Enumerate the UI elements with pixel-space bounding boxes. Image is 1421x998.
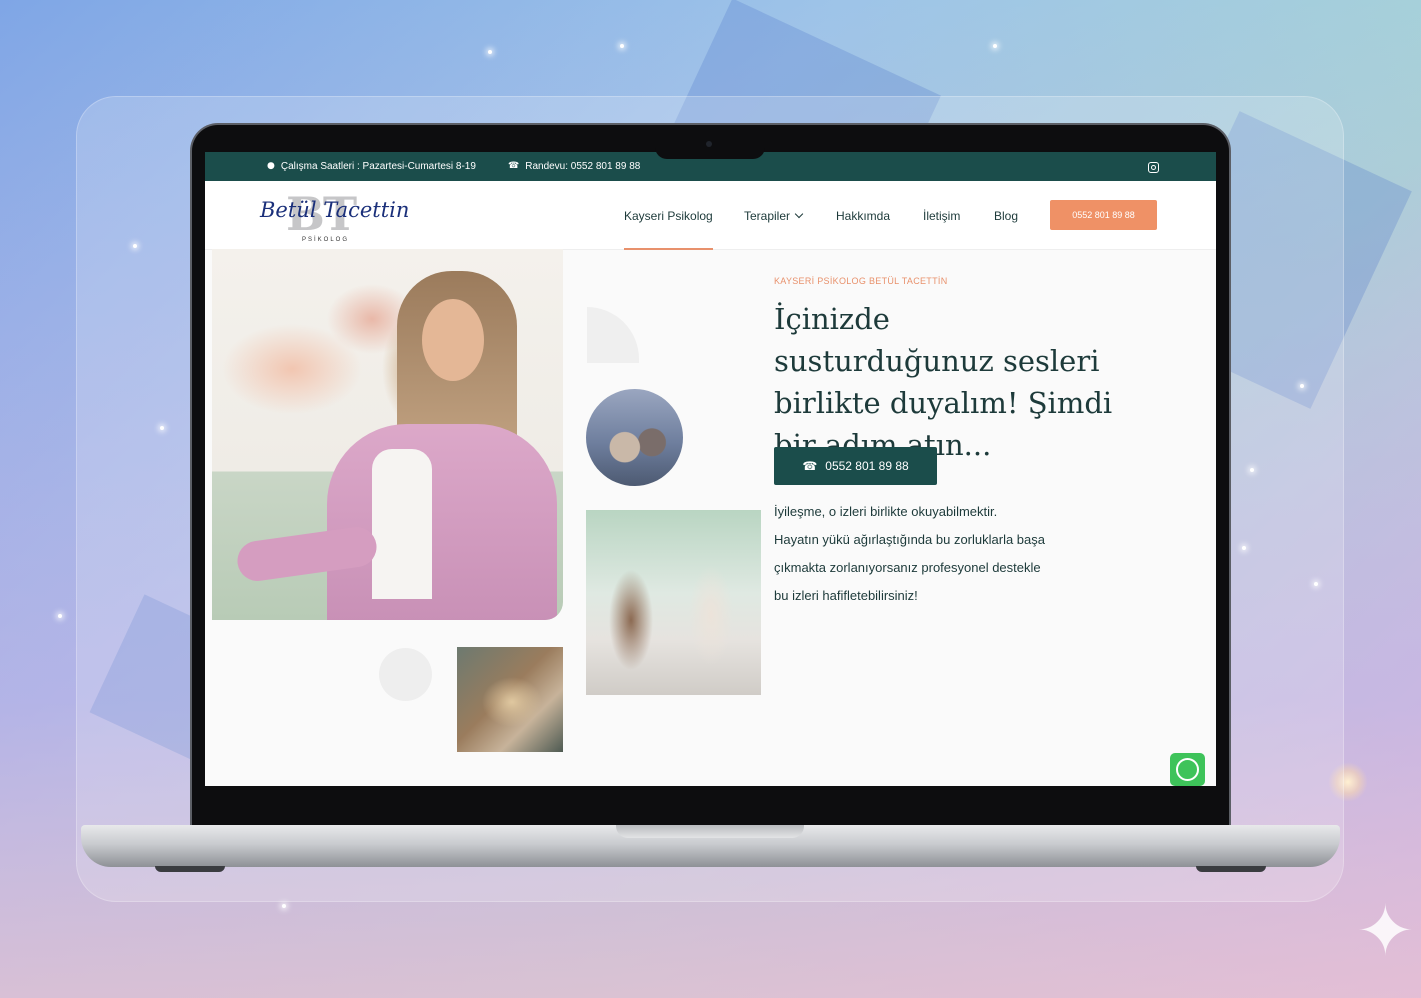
portrait-face [422,299,484,381]
decorative-quarter-circle [587,307,639,363]
hero-headline: İçinizde susturduğunuz sesleri birlikte … [774,302,1113,462]
appointment-phone-text[interactable]: Randevu: 0552 801 89 88 [525,161,640,172]
chevron-down-icon [794,209,804,219]
therapy-session-circle-image [586,389,683,486]
laptop-opening-groove [616,825,804,838]
site-logo[interactable]: BT Betül Tacettin PSİKOLOG [260,187,409,245]
nav-item-blog[interactable]: Blog [994,209,1018,223]
camera-icon [706,141,712,147]
description-line: Hayatın yükü ağırlaştığında bu zorluklar… [774,532,1045,547]
description-line: İyileşme, o izleri birlikte okuyabilmekt… [774,504,998,519]
laptop-foot [155,866,225,872]
hero-call-label: 0552 801 89 88 [825,459,909,473]
instagram-icon[interactable] [1148,162,1159,173]
portrait-shirt [372,449,432,599]
hero-portrait-image [212,249,563,620]
logo-signature: Betül Tacettin [260,198,410,222]
hero-description: İyileşme, o izleri birlikte okuyabilmekt… [774,498,1094,610]
sparkle [282,904,286,908]
working-hours-text: Çalışma Saatleri : Pazartesi-Cumartesi 8… [280,161,476,172]
website-screen: ● Çalışma Saatleri : Pazartesi-Cumartesi… [205,152,1216,786]
sparkle-star-icon: ✦ [1356,890,1415,972]
hero-call-button[interactable]: ☎ 0552 801 89 88 [774,447,937,485]
sparkle [58,614,62,618]
description-line: bu izleri hafifletebilirsiniz! [774,588,918,603]
whatsapp-icon [1176,758,1199,781]
phone-icon: ☎ [508,161,520,171]
clock-icon: ● [267,161,275,171]
nav-item-terapiler[interactable]: Terapiler [744,209,804,223]
whatsapp-button[interactable] [1170,753,1205,786]
navbar: BT Betül Tacettin PSİKOLOG Kayseri Psiko… [205,181,1216,250]
nav-item-iletisim[interactable]: İletişim [923,209,960,223]
sparkle [993,44,997,48]
description-line: çıkmakta zorlanıyorsanız profesyonel des… [774,560,1041,575]
phone-icon: ☎ [802,459,818,473]
nav-phone-button[interactable]: 0552 801 89 88 [1050,200,1157,230]
nav-item-hakkimda[interactable]: Hakkımda [836,209,890,223]
hero-eyebrow: KAYSERİ PSİKOLOG BETÜL TACETTİN [774,276,948,286]
therapy-room-image [586,510,761,695]
sparkle [488,50,492,54]
logo-subtitle: PSİKOLOG [302,237,350,243]
sparkle [620,44,624,48]
working-hours: ● Çalışma Saatleri : Pazartesi-Cumartesi… [267,161,476,172]
laptop-foot [1196,866,1266,872]
appointment-phone[interactable]: ☎ Randevu: 0552 801 89 88 [508,161,640,172]
support-hands-image [457,647,563,752]
nav-item-terapiler-label: Terapiler [744,209,791,223]
portrait-jacket [327,424,557,620]
decorative-circle [379,648,432,701]
nav-item-kayseri-psikolog[interactable]: Kayseri Psikolog [624,209,713,250]
